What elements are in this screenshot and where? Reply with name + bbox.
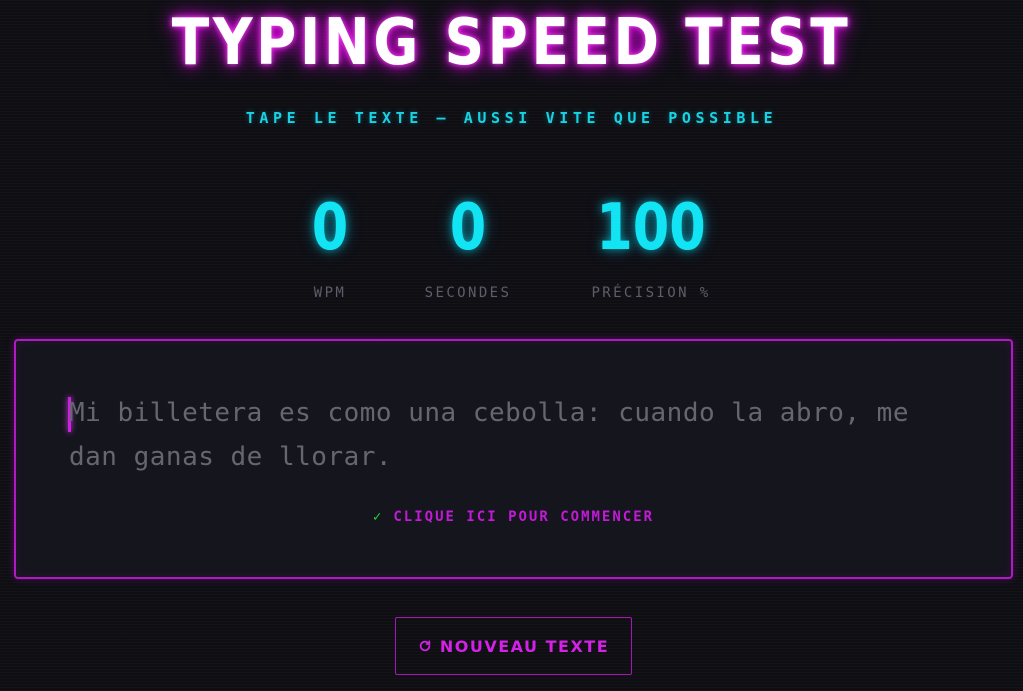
wpm-value: 0 [311,191,349,265]
passage-text: Mi billetera es como una cebolla: cuando… [69,398,909,472]
check-icon: ✓ [372,509,384,525]
seconds-value: 0 [449,191,487,265]
page-title: TYPING SPEED TEST [171,6,852,80]
seconds-label: SECONDES [424,285,512,301]
new-text-label: NOUVEAU TEXTE [439,636,610,656]
refresh-icon [418,639,432,653]
typing-area[interactable]: Mi billetera es como una cebolla: cuando… [14,339,1013,579]
start-hint-label: CLIQUE ICI POUR COMMENCER [393,509,655,525]
accuracy-label: PRÉCISION % [591,285,711,301]
page-subtitle: TAPE LE TEXTE — AUSSI VITE QUE POSSIBLE [245,109,778,127]
typing-test-page: TYPING SPEED TEST TAPE LE TEXTE — AUSSI … [0,0,1023,691]
start-hint[interactable]: ✓ CLIQUE ICI POUR COMMENCER [16,509,1011,525]
accuracy-value: 100 [596,191,706,265]
new-text-button[interactable]: NOUVEAU TEXTE [395,617,632,675]
